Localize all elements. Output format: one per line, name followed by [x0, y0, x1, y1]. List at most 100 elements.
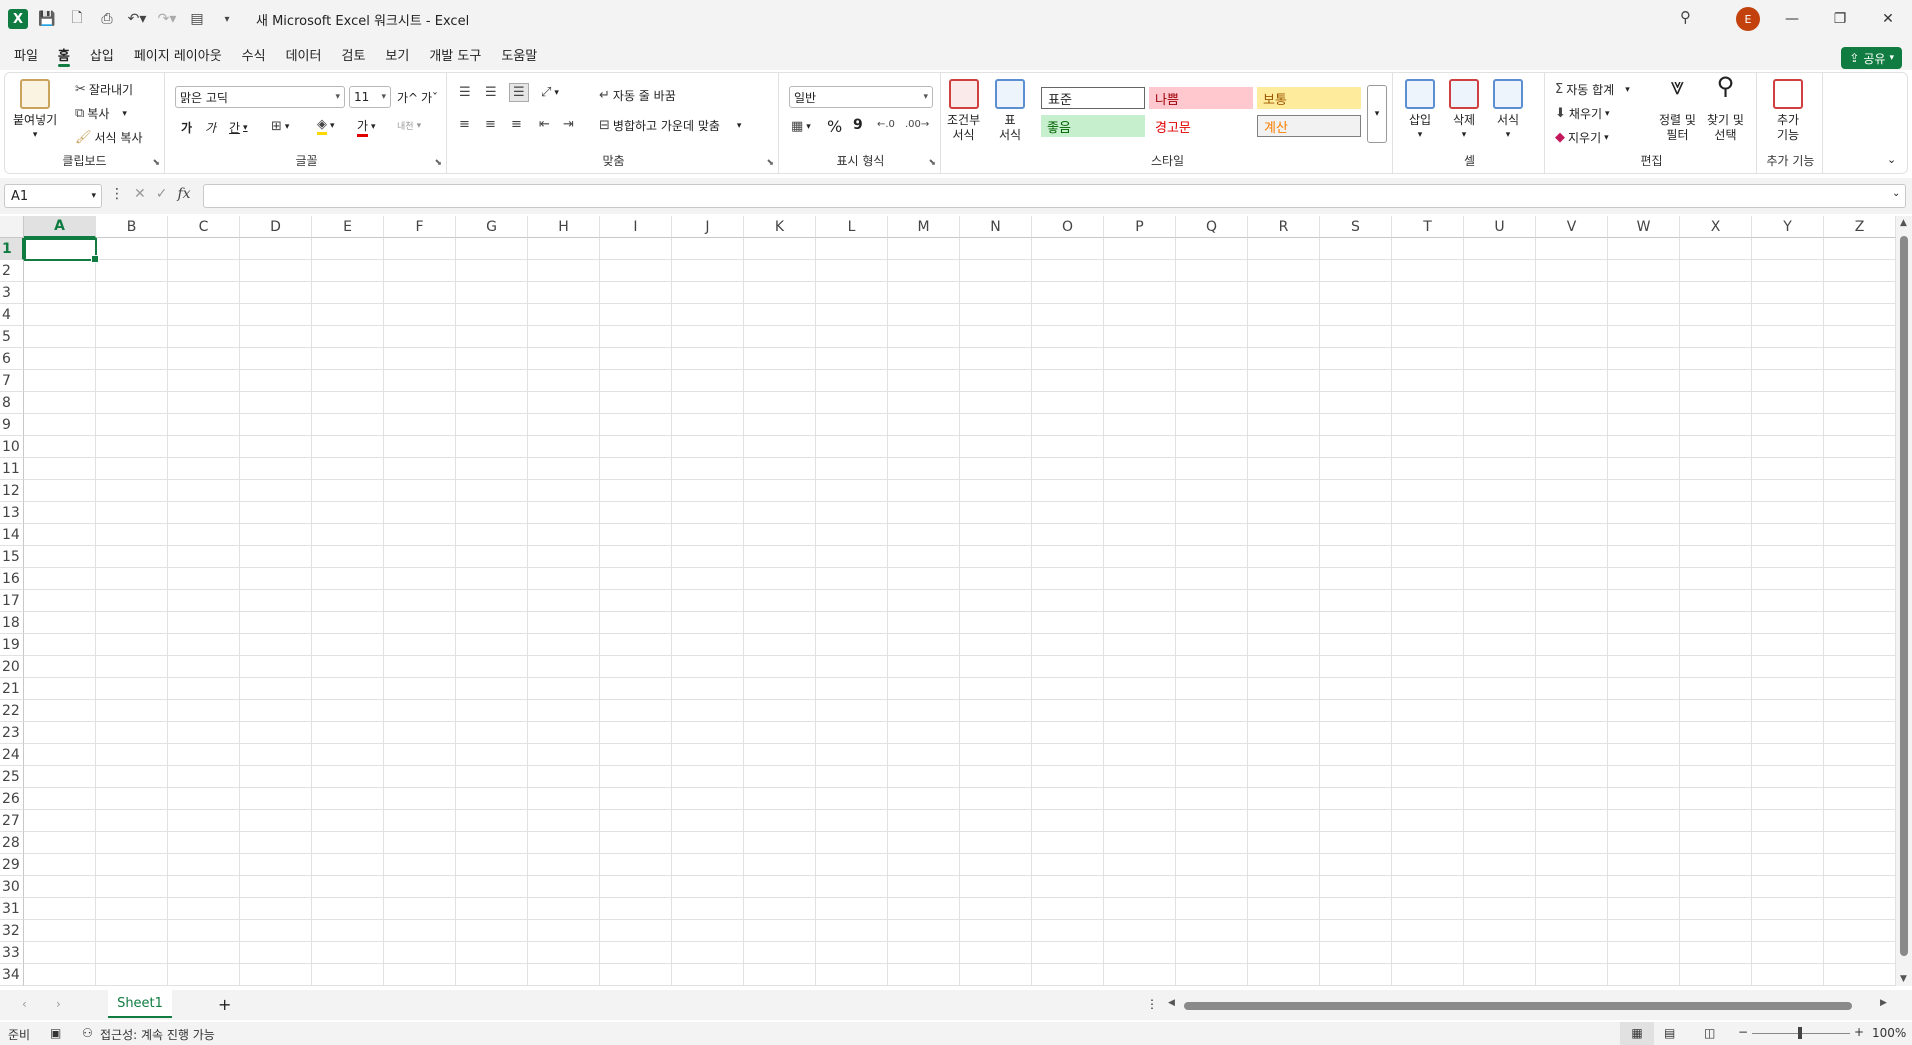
- style-bad[interactable]: 나쁨: [1149, 87, 1253, 109]
- orientation-button[interactable]: ⤢ ▾: [541, 85, 559, 100]
- column-header[interactable]: J: [672, 216, 744, 238]
- style-neutral[interactable]: 보통: [1257, 87, 1361, 109]
- cut-button[interactable]: ✂ 잘라내기: [75, 81, 133, 98]
- column-header[interactable]: X: [1680, 216, 1752, 238]
- cancel-icon[interactable]: ✕: [134, 186, 146, 202]
- row-header[interactable]: 17: [0, 590, 24, 612]
- increase-decimal-button[interactable]: ←.0: [877, 119, 895, 130]
- save-icon[interactable]: 💾: [36, 8, 58, 30]
- accounting-format-button[interactable]: ▦ ▾: [791, 119, 811, 134]
- align-right-button[interactable]: ≡: [511, 117, 522, 132]
- align-center-button[interactable]: ≡: [485, 117, 496, 132]
- more-icon[interactable]: ⋮: [110, 186, 124, 202]
- format-painter-button[interactable]: 🖌 서식 복사: [75, 129, 143, 146]
- row-header[interactable]: 20: [0, 656, 24, 678]
- column-header[interactable]: Z: [1824, 216, 1896, 238]
- column-header[interactable]: O: [1032, 216, 1104, 238]
- italic-button[interactable]: 가: [205, 119, 216, 136]
- wrap-text-button[interactable]: ↵ 자동 줄 바꿈: [599, 87, 676, 104]
- column-header[interactable]: W: [1608, 216, 1680, 238]
- dialog-launcher-icon[interactable]: ⬊: [152, 158, 160, 168]
- tab-home[interactable]: 홈: [48, 38, 80, 70]
- row-header[interactable]: 21: [0, 678, 24, 700]
- column-header[interactable]: I: [600, 216, 672, 238]
- next-sheet-icon[interactable]: ›: [56, 997, 61, 1011]
- column-header[interactable]: U: [1464, 216, 1536, 238]
- close-icon[interactable]: ✕: [1864, 0, 1912, 38]
- spreadsheet-grid[interactable]: A B C D E F G H I J K L M N O P Q R S T U V W X Y Z 1 2 3 4 5 6 7 8 9 10 11 1…: [0, 216, 1896, 986]
- row-header[interactable]: 22: [0, 700, 24, 722]
- column-header[interactable]: E: [312, 216, 384, 238]
- grow-font-button[interactable]: 가^: [397, 89, 418, 106]
- active-cell[interactable]: [24, 238, 99, 263]
- tab-page-layout[interactable]: 페이지 레이아웃: [124, 38, 232, 70]
- row-header[interactable]: 24: [0, 744, 24, 766]
- style-good[interactable]: 좋음: [1041, 115, 1145, 137]
- column-header[interactable]: B: [96, 216, 168, 238]
- increase-indent-button[interactable]: ⇥: [563, 117, 574, 132]
- row-header[interactable]: 34: [0, 964, 24, 986]
- search-icon[interactable]: ⚲: [1680, 8, 1691, 26]
- top-align-button[interactable]: ☰: [459, 85, 471, 100]
- tab-formulas[interactable]: 수식: [232, 38, 276, 70]
- insert-function-icon[interactable]: fx: [177, 186, 190, 202]
- clear-button[interactable]: ◆ 지우기 ▾: [1555, 129, 1609, 146]
- column-header[interactable]: F: [384, 216, 456, 238]
- tab-file[interactable]: 파일: [4, 38, 48, 70]
- column-header[interactable]: T: [1392, 216, 1464, 238]
- row-header[interactable]: 19: [0, 634, 24, 656]
- column-header[interactable]: L: [816, 216, 888, 238]
- row-header[interactable]: 10: [0, 436, 24, 458]
- decrease-indent-button[interactable]: ⇤: [539, 117, 550, 132]
- font-name-combo[interactable]: 맑은 고딕 ▾: [175, 86, 345, 108]
- underline-button[interactable]: 간 ▾: [229, 119, 248, 136]
- scroll-down-icon[interactable]: ▼: [1900, 974, 1907, 984]
- addins-button[interactable]: 추가 기능: [1773, 79, 1803, 143]
- row-header[interactable]: 11: [0, 458, 24, 480]
- column-header[interactable]: N: [960, 216, 1032, 238]
- row-header[interactable]: 29: [0, 854, 24, 876]
- decrease-decimal-button[interactable]: .00→: [905, 119, 929, 130]
- page-layout-view-icon[interactable]: ▤: [1664, 1026, 1675, 1040]
- number-format-combo[interactable]: 일반 ▾: [789, 86, 933, 108]
- scroll-left-icon[interactable]: ◀: [1168, 998, 1175, 1008]
- tab-data[interactable]: 데이터: [276, 38, 332, 70]
- minimize-icon[interactable]: —: [1768, 0, 1816, 38]
- font-size-combo[interactable]: 11 ▾: [349, 86, 391, 108]
- borders-button[interactable]: ⊞ ▾: [271, 119, 289, 134]
- accessibility-status[interactable]: 접근성: 계속 진행 가능: [100, 1026, 215, 1043]
- horizontal-scroll-thumb[interactable]: [1184, 1002, 1852, 1010]
- row-header[interactable]: 9: [0, 414, 24, 436]
- column-header[interactable]: C: [168, 216, 240, 238]
- fill-button[interactable]: ⬇ 채우기 ▾: [1555, 105, 1610, 122]
- font-color-button[interactable]: 가 ▾: [357, 117, 376, 137]
- column-header[interactable]: Q: [1176, 216, 1248, 238]
- print-preview-icon[interactable]: ⎙: [96, 8, 118, 30]
- style-warning[interactable]: 경고문: [1149, 115, 1253, 137]
- column-header[interactable]: D: [240, 216, 312, 238]
- row-header[interactable]: 30: [0, 876, 24, 898]
- row-header[interactable]: 13: [0, 502, 24, 524]
- zoom-slider-handle[interactable]: [1798, 1027, 1802, 1039]
- insert-cells-button[interactable]: 삽입 ▾: [1405, 79, 1435, 143]
- align-left-button[interactable]: ≡: [459, 117, 470, 132]
- row-header[interactable]: 7: [0, 370, 24, 392]
- row-header[interactable]: 23: [0, 722, 24, 744]
- page-break-view-icon[interactable]: ◫: [1704, 1026, 1715, 1040]
- bold-button[interactable]: 가: [181, 119, 192, 136]
- sheet-tab[interactable]: Sheet1: [108, 990, 172, 1018]
- column-header[interactable]: H: [528, 216, 600, 238]
- add-sheet-button[interactable]: +: [218, 995, 231, 1014]
- row-header[interactable]: 33: [0, 942, 24, 964]
- style-calculation[interactable]: 계산: [1257, 115, 1361, 137]
- select-all-button[interactable]: [0, 216, 24, 238]
- restore-icon[interactable]: ❐: [1816, 0, 1864, 38]
- prev-sheet-icon[interactable]: ‹: [22, 997, 27, 1011]
- delete-cells-button[interactable]: 삭제 ▾: [1449, 79, 1479, 143]
- bottom-align-button[interactable]: ☰: [509, 83, 529, 102]
- conditional-format-button[interactable]: 조건부 서식: [947, 79, 980, 143]
- column-header[interactable]: A: [24, 216, 96, 238]
- tab-view[interactable]: 보기: [375, 38, 419, 70]
- share-button[interactable]: ⇪ 공유 ▾: [1841, 47, 1902, 69]
- middle-align-button[interactable]: ☰: [485, 85, 497, 100]
